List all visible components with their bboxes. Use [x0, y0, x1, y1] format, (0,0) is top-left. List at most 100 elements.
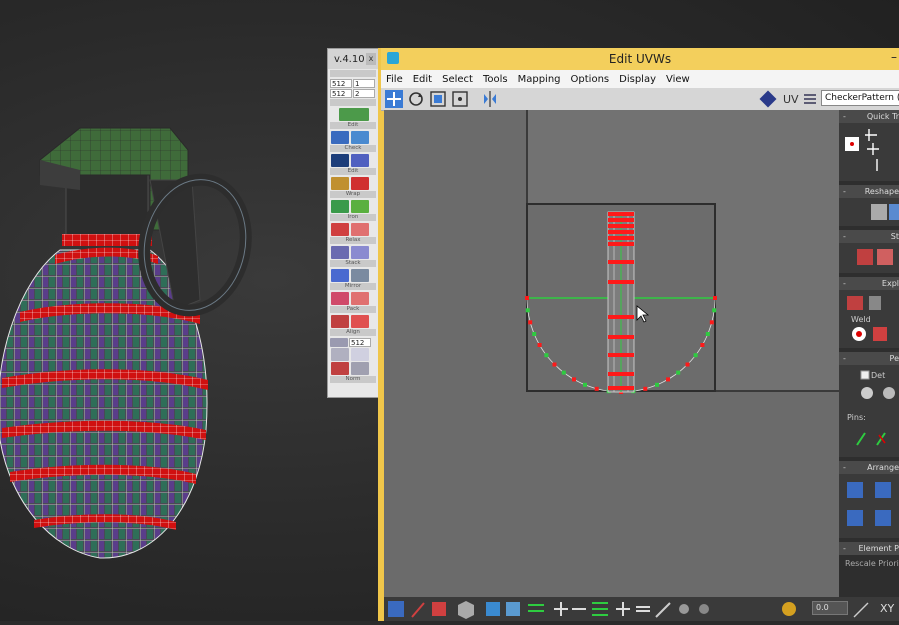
count-input-2[interactable]: 2 [353, 88, 375, 98]
rollout-stitch[interactable]: - St [839, 230, 899, 243]
selected-edge-band[interactable] [608, 372, 634, 376]
rotate-icon[interactable] [407, 90, 425, 108]
stitch-icon[interactable] [351, 268, 369, 282]
wrap-icon[interactable] [331, 176, 349, 190]
rollout-reshape[interactable]: - Reshape [839, 185, 899, 198]
uv-vertex[interactable] [700, 343, 705, 347]
norm-alt-icon[interactable] [351, 361, 369, 375]
selected-edge-band[interactable] [608, 315, 634, 319]
iron-icon[interactable] [331, 199, 349, 213]
uv-vertex[interactable] [532, 332, 537, 336]
selected-edge-band[interactable] [608, 224, 634, 228]
rollout-quick-transform[interactable]: - Quick Tr [839, 110, 899, 123]
tools-panel-titlebar[interactable]: v.4.10 x [328, 49, 378, 69]
section-label: Stack [330, 260, 376, 267]
uv-vertex[interactable] [655, 382, 659, 387]
window-titlebar[interactable]: Edit UVWs – [381, 48, 899, 70]
uv-vertex[interactable] [552, 362, 557, 367]
count-select-1[interactable]: 1 [353, 78, 375, 88]
photoshop-icon[interactable] [331, 153, 349, 167]
menu-view[interactable]: View [661, 74, 695, 85]
pixel-icon[interactable] [330, 337, 348, 347]
texture-dropdown[interactable]: CheckerPattern ( Checker ) [821, 90, 899, 106]
stack-icon[interactable] [331, 245, 349, 259]
pack-icon[interactable] [331, 291, 349, 305]
menu-edit[interactable]: Edit [408, 74, 437, 85]
uv-vertex[interactable] [594, 386, 599, 391]
uv-vertex[interactable] [572, 377, 576, 382]
selected-edge-band[interactable] [608, 212, 634, 216]
uv-vertex[interactable] [561, 370, 566, 375]
size-input-1[interactable]: 512 [330, 78, 352, 88]
rollout-arrange[interactable]: - Arrange [839, 461, 899, 474]
selected-edge-band[interactable] [608, 242, 634, 246]
scale-icon[interactable] [429, 90, 447, 108]
selected-edge-band[interactable] [608, 353, 634, 357]
render-uv-icon[interactable] [759, 90, 777, 108]
selected-edge-band[interactable] [608, 230, 634, 234]
selected-edge-band[interactable] [608, 236, 634, 240]
puzzle-icon[interactable] [351, 199, 369, 213]
uv-vertex[interactable] [676, 370, 681, 375]
xy-axis-label[interactable]: XY [880, 602, 894, 615]
uv-vertex[interactable] [685, 362, 690, 367]
uv-vertex[interactable] [583, 382, 587, 387]
menu-file[interactable]: File [381, 74, 408, 85]
uv-vertex[interactable] [713, 296, 717, 300]
selected-edge-band[interactable] [608, 260, 634, 264]
menu-mapping[interactable]: Mapping [513, 74, 566, 85]
uv-vertex[interactable] [643, 386, 648, 391]
loop-icon [592, 602, 608, 616]
uv-vertex[interactable] [544, 353, 549, 358]
uv-strip [607, 211, 635, 393]
checker-icon[interactable] [331, 130, 349, 144]
uv-vertex[interactable] [528, 320, 533, 325]
selected-edge-band[interactable] [608, 280, 634, 284]
size-row-1: 512 1 [328, 78, 378, 88]
selected-edge-band[interactable] [608, 218, 634, 222]
align-icon[interactable] [331, 314, 349, 328]
zoom-input[interactable]: 512 [349, 337, 371, 347]
pins-label: Pins: [847, 413, 866, 422]
uv-vertex[interactable] [693, 353, 698, 358]
uv-vertex[interactable] [525, 296, 529, 300]
relax-alt-icon[interactable] [351, 222, 369, 236]
minimize-button[interactable]: – [891, 50, 897, 64]
menu-tools[interactable]: Tools [478, 74, 513, 85]
pack-alt-icon[interactable] [351, 291, 369, 305]
uv-canvas[interactable] [384, 110, 839, 597]
menu-select[interactable]: Select [437, 74, 478, 85]
size-input-2[interactable]: 512 [330, 88, 352, 98]
uv-vertex[interactable] [525, 308, 530, 313]
close-button[interactable]: x [366, 53, 376, 65]
norm-icon[interactable] [331, 361, 349, 375]
help-icon[interactable] [351, 176, 369, 190]
uv-vertex[interactable] [666, 377, 670, 382]
uv-vertex[interactable] [705, 332, 710, 336]
edit-tool-icon[interactable] [339, 107, 369, 121]
freeform-icon[interactable] [451, 90, 469, 108]
perf-alt-icon[interactable] [351, 347, 369, 361]
align-alt-icon[interactable] [351, 314, 369, 328]
uv-vertex[interactable] [537, 343, 542, 347]
move-icon[interactable] [385, 90, 403, 108]
falloff-value-input[interactable]: 0.0 [812, 601, 848, 615]
rollout-explode[interactable]: - Expl [839, 277, 899, 290]
weld-label: Weld [851, 315, 871, 324]
mirror-tool-icon[interactable] [481, 90, 499, 108]
uv-3d-icon[interactable] [351, 153, 369, 167]
menu-options[interactable]: Options [566, 74, 615, 85]
list-icon[interactable] [801, 90, 819, 108]
uv-vertex[interactable] [709, 320, 714, 325]
drop-icon[interactable] [351, 130, 369, 144]
menu-display[interactable]: Display [614, 74, 661, 85]
rollout-element-properties[interactable]: - Element P [839, 542, 899, 555]
selected-edge-band[interactable] [608, 386, 634, 390]
uv-vertex[interactable] [712, 308, 717, 313]
relax-icon[interactable] [331, 222, 349, 236]
perf-icon[interactable] [331, 347, 349, 361]
rollout-peel[interactable]: - Pe [839, 352, 899, 365]
mirror-icon[interactable] [331, 268, 349, 282]
stack-alt-icon[interactable] [351, 245, 369, 259]
selected-edge-band[interactable] [608, 335, 634, 339]
